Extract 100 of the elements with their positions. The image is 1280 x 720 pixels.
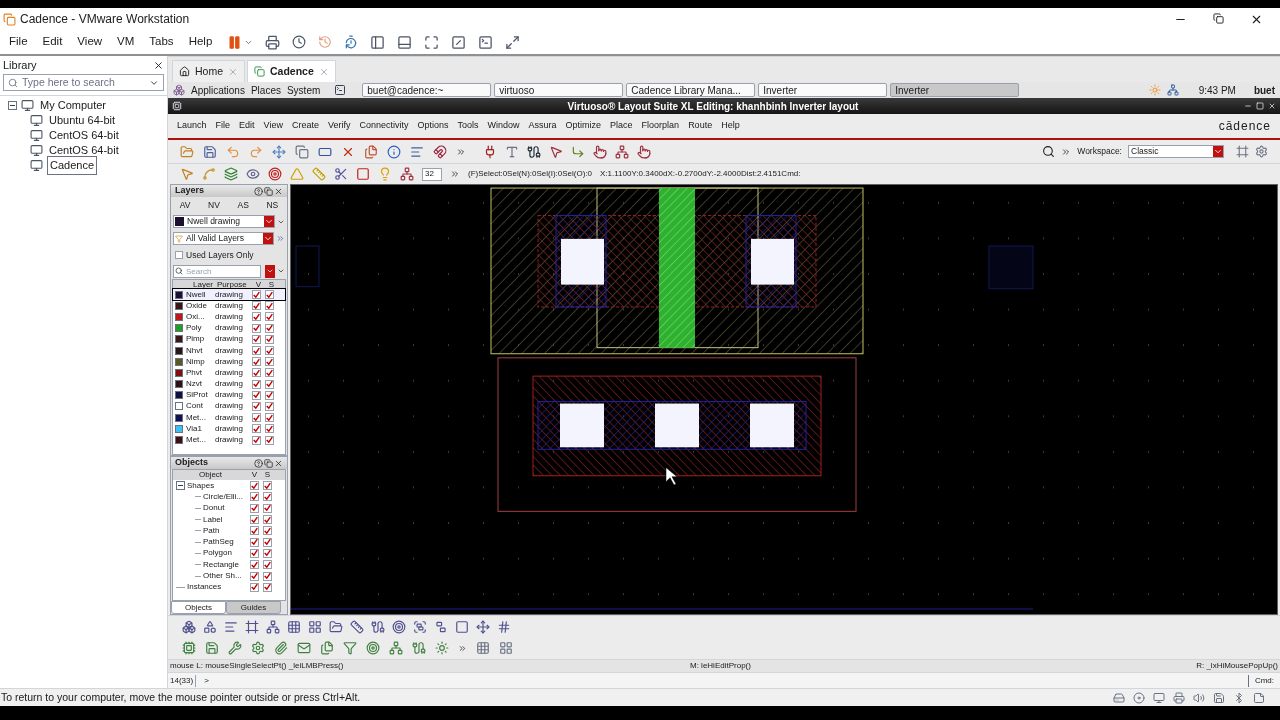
menu-item[interactable]: Launch	[177, 119, 207, 133]
save-icon[interactable]	[203, 144, 217, 159]
checkbox[interactable]	[250, 526, 259, 536]
tool-icon[interactable]	[497, 619, 511, 634]
tool-icon[interactable]	[224, 619, 238, 634]
more-icon[interactable]	[1061, 146, 1072, 157]
checkbox[interactable]	[265, 379, 274, 389]
task-button[interactable]: Inverter	[758, 83, 888, 97]
layer-row[interactable]: Nimp drawing	[173, 356, 285, 368]
search-field[interactable]: Search	[173, 264, 261, 278]
checkbox[interactable]	[263, 503, 272, 513]
cable-icon[interactable]	[527, 144, 541, 159]
checkbox[interactable]	[250, 537, 259, 547]
layer-row[interactable]: Nhvt drawing	[173, 344, 285, 357]
plug-icon[interactable]	[483, 144, 497, 159]
console-icon[interactable]	[478, 34, 494, 50]
menu-item[interactable]: Window	[487, 119, 520, 133]
mode-button[interactable]: AV	[179, 198, 191, 212]
label-icon[interactable]	[505, 144, 519, 159]
network-icon[interactable]	[1166, 84, 1179, 96]
column-header[interactable]: Layer	[173, 278, 215, 291]
checkbox[interactable]	[252, 301, 261, 311]
help-icon[interactable]	[254, 186, 263, 196]
checkbox[interactable]	[252, 290, 261, 300]
command-field[interactable]: >	[196, 674, 1248, 687]
more-icon[interactable]	[450, 169, 460, 179]
tool-icon[interactable]	[287, 619, 301, 634]
tool-icon[interactable]	[308, 619, 322, 634]
close-icon[interactable]	[1268, 102, 1276, 110]
layer-row[interactable]: Oxide drawing	[173, 300, 285, 312]
checkbox[interactable]	[252, 334, 261, 344]
menu-item[interactable]: Assura	[528, 119, 557, 133]
float-icon[interactable]	[264, 458, 273, 468]
checkbox[interactable]	[263, 492, 272, 502]
layer-row[interactable]: SiProt drawing	[173, 389, 285, 401]
tool-icon[interactable]	[366, 641, 380, 655]
task-button[interactable]: virtuoso	[494, 83, 624, 97]
close-icon[interactable]	[274, 186, 283, 196]
more-icon[interactable]	[458, 643, 467, 653]
layer-row[interactable]: Poly drawing	[173, 322, 285, 334]
menu-item[interactable]: Options	[417, 119, 449, 133]
checkbox[interactable]	[250, 560, 259, 570]
column-header[interactable]: V	[248, 469, 261, 481]
caret-icon[interactable]	[263, 233, 273, 244]
layer-row[interactable]: Via1 drawing	[173, 423, 285, 435]
vm-tab[interactable]: Cadence	[247, 60, 336, 82]
checkbox[interactable]	[265, 424, 274, 434]
panel-menu[interactable]: Applications	[191, 82, 245, 98]
column-header[interactable]: Object	[173, 469, 248, 481]
checkbox[interactable]	[250, 492, 259, 502]
grid-icon[interactable]	[499, 641, 513, 655]
checkbox[interactable]	[263, 560, 272, 570]
pause-icon[interactable]	[227, 34, 243, 50]
path-icon[interactable]	[571, 144, 585, 159]
checkbox[interactable]	[265, 357, 274, 367]
mode-button[interactable]: NS	[266, 198, 279, 212]
checkbox[interactable]	[252, 435, 261, 445]
checkbox[interactable]	[252, 379, 261, 389]
tool-icon[interactable]	[274, 641, 288, 655]
menu-item[interactable]: Place	[610, 119, 633, 133]
checkbox[interactable]	[265, 435, 274, 445]
hand-icon[interactable]	[593, 144, 607, 159]
menu-item[interactable]: View	[77, 33, 103, 51]
menu-item[interactable]: Floorplan	[641, 119, 680, 133]
checkbox[interactable]	[265, 346, 274, 356]
menu-item[interactable]: Help	[188, 33, 213, 51]
menu-item[interactable]: Tools	[457, 119, 479, 133]
checkbox[interactable]	[265, 301, 274, 311]
column-header[interactable]: S	[261, 469, 274, 481]
checkbox[interactable]	[252, 424, 261, 434]
layer-row[interactable]: Phvt drawing	[173, 367, 285, 379]
tool-icon[interactable]	[434, 619, 448, 634]
tool-icon[interactable]	[228, 641, 242, 655]
layer-row[interactable]: Oxi... drawing	[173, 311, 285, 323]
checkbox[interactable]	[263, 582, 272, 592]
menu-item[interactable]: VM	[117, 33, 135, 51]
layer-row[interactable]: Nzvt drawing	[173, 378, 285, 390]
stretch-icon[interactable]	[505, 34, 521, 50]
tool-icon[interactable]	[412, 641, 426, 655]
checkbox[interactable]	[265, 334, 274, 344]
checkbox[interactable]	[252, 312, 261, 322]
grid-icon[interactable]	[476, 641, 490, 655]
target-icon[interactable]	[268, 167, 282, 181]
mode-button[interactable]: NV	[208, 198, 220, 212]
checkbox[interactable]	[263, 571, 272, 581]
checkbox[interactable]	[252, 413, 261, 423]
checkbox[interactable]	[252, 390, 261, 400]
home-icon[interactable]	[179, 66, 190, 77]
move-icon[interactable]	[272, 144, 286, 159]
task-button[interactable]: Cadence Library Mana...	[626, 83, 756, 97]
checkbox[interactable]	[265, 413, 274, 423]
tool-icon[interactable]	[329, 619, 343, 634]
menu-item[interactable]: Edit	[239, 119, 255, 133]
checkbox[interactable]	[252, 368, 261, 378]
menu-item[interactable]: Verify	[327, 119, 351, 133]
menu-item[interactable]: Edit	[42, 33, 63, 51]
copy-icon[interactable]	[295, 144, 309, 159]
task-button[interactable]: buet@cadence:~	[362, 83, 492, 97]
menu-item[interactable]: Help	[721, 119, 740, 133]
tree-item[interactable]: Ubuntu 64-bit	[47, 112, 118, 129]
